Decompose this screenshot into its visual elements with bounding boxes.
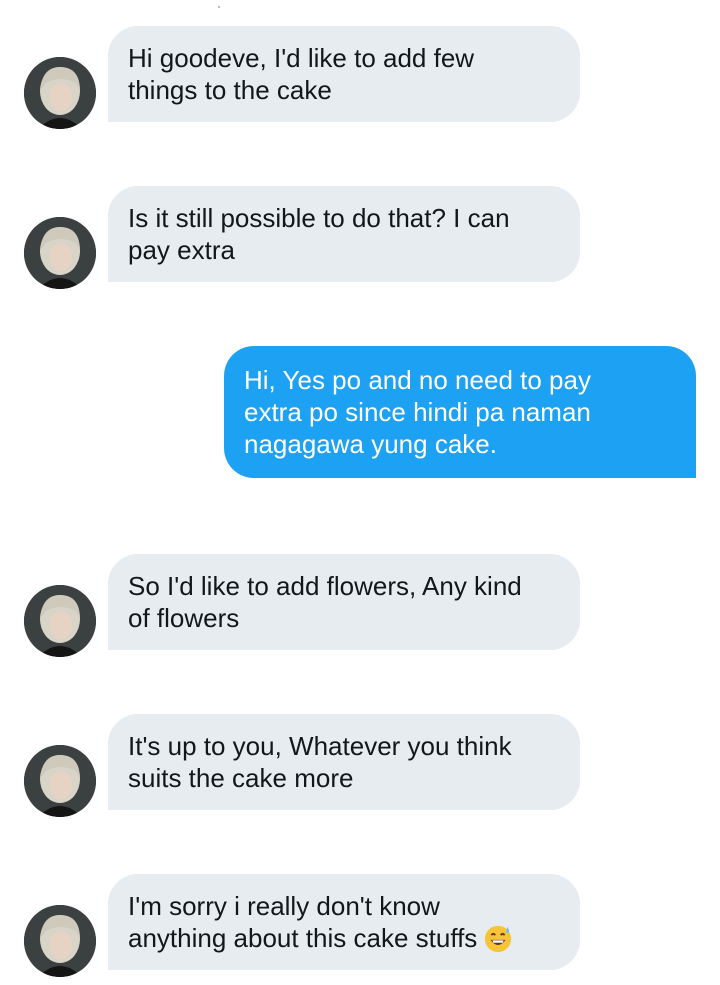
grinning-face-with-sweat-icon (485, 925, 512, 953)
incoming-message-bubble[interactable]: I'm sorry i really don't know anything a… (108, 874, 580, 970)
incoming-message-bubble[interactable]: So I'd like to add flowers, Any kind of … (108, 554, 580, 650)
avatar-image (24, 57, 96, 129)
avatar-image (24, 217, 96, 289)
incoming-message-bubble[interactable]: It's up to you, Whatever you think suits… (108, 714, 580, 810)
sender-avatar[interactable] (24, 217, 96, 289)
sender-avatar[interactable] (24, 905, 96, 977)
incoming-message-bubble[interactable]: Hi goodeve, I'd like to add few things t… (108, 26, 580, 122)
message-text: I'm sorry i really don't know anything a… (128, 891, 478, 953)
sender-avatar[interactable] (24, 57, 96, 129)
outgoing-message-bubble[interactable]: Hi, Yes po and no need to pay extra po s… (224, 346, 696, 478)
avatar-image (24, 745, 96, 817)
sender-avatar[interactable] (24, 745, 96, 817)
sender-avatar[interactable] (24, 585, 96, 657)
avatar-image (24, 585, 96, 657)
incoming-message-bubble[interactable]: Is it still possible to do that? I can p… (108, 186, 580, 282)
stray-dot (218, 6, 220, 8)
avatar-image (24, 905, 96, 977)
